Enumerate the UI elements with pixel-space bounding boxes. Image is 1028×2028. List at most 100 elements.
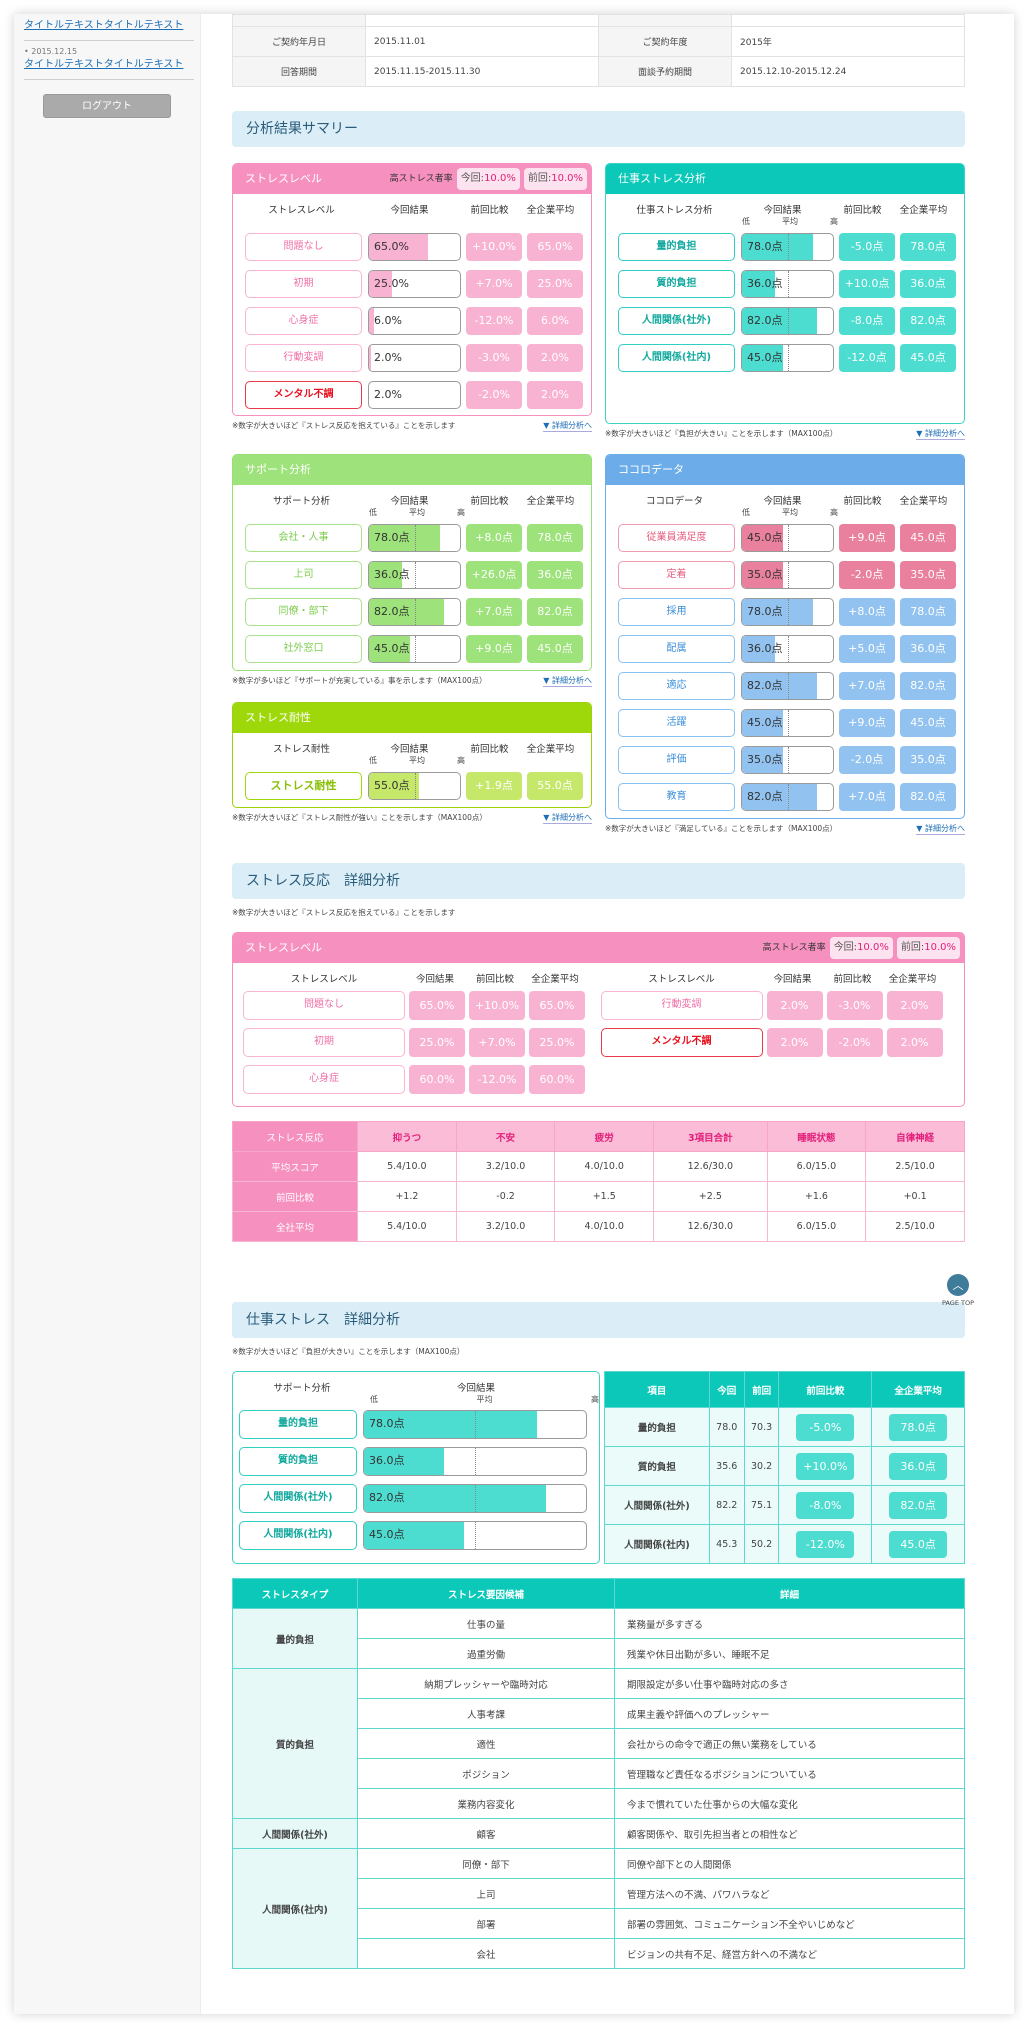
table-cell: 82.2 (708, 1485, 745, 1525)
logout-button[interactable]: ログアウト (43, 94, 171, 118)
row-label-button[interactable]: 配属 (618, 634, 735, 663)
row-label-button[interactable]: 行動変調 (245, 343, 362, 372)
high-stress-current-badge: 今回:10.0% (829, 937, 893, 959)
row-label-button[interactable]: 社外窓口 (245, 634, 362, 663)
news-link[interactable]: タイトルテキストタイトルテキスト (24, 58, 194, 71)
table-cell: 前回比較 (232, 1181, 358, 1212)
detail-link[interactable]: ▼ 詳細分析へ (543, 420, 592, 432)
page-frame: タイトルテキストタイトルテキスト • 2015.12.15 タイトルテキストタイ… (14, 14, 1014, 2014)
table-row: 人間関係(社外) 82.2 75.1 -8.0% 82.0点 (604, 1485, 965, 1525)
data-row: 初期 25.0% +7.0% 25.0% (243, 1024, 601, 1061)
col-header: ストレス耐性 (272, 744, 330, 755)
row-label-button[interactable]: 定着 (618, 560, 735, 589)
average-value: 35.0点 (900, 745, 956, 774)
row-label-button[interactable]: 問題なし (245, 232, 362, 261)
rows: 行動変調 2.0% -3.0% 2.0% メンタル不調 2.0% -2.0% 2.0% (600, 987, 959, 1061)
table-row: 全社平均 5.4/10.0 3.2/10.0 4.0/10.0 12.6/30.0 6.0… (232, 1211, 965, 1242)
col-header: 前回比較 (470, 496, 509, 507)
col-header: 全企業平均 (899, 496, 948, 507)
row-label-button[interactable]: メンタル不調 (600, 1028, 763, 1057)
row-label-button[interactable]: 問題なし (243, 991, 405, 1020)
row-label-button[interactable]: 採用 (618, 597, 735, 626)
rows: 従業員満足度 45.0点 +9.0点 45.0点 定着 35.0点 -2.0点 35.0点 採用… (606, 519, 964, 818)
row-label-button[interactable]: 初期 (245, 269, 362, 298)
result-bar: 65.0% (368, 232, 461, 261)
detail-cell: 成果主義や評価へのプレッシャー (614, 1698, 965, 1729)
row-label-button[interactable]: 適応 (618, 671, 735, 700)
result-value: 2.0% (766, 1028, 823, 1057)
average-marker (475, 1522, 476, 1549)
footnote: ※数字が大きいほど『ストレス耐性が強い』ことを示します（MAX100点） (232, 813, 487, 822)
detail-cell: 今まで慣れていた仕事からの大幅な変化 (614, 1788, 965, 1819)
detail-link[interactable]: ▼ 詳細分析へ (916, 428, 965, 440)
value-pill: -12.0% (796, 1530, 855, 1558)
row-label-button[interactable]: 上司 (245, 560, 362, 589)
scale-high: 高 (591, 1395, 599, 1404)
row-label-button[interactable]: メンタル不調 (245, 380, 362, 409)
data-row: 人間関係(社内) 45.0点 (233, 1517, 599, 1554)
row-label-button[interactable]: 従業員満足度 (618, 523, 735, 552)
row-label-button[interactable]: 心身症 (245, 306, 362, 335)
average-marker (415, 524, 416, 551)
detail-link[interactable]: ▼ 詳細分析へ (916, 823, 965, 835)
detail-column-left: ストレスレベル 今回結果 前回比較 全企業平均 問題なし 65.0% +10.0% 6… (243, 969, 601, 1098)
table-cell: 30.2 (743, 1446, 780, 1486)
section-note: ※数字が大きいほど『負担が大きい』ことを示します（MAX100点） (232, 1347, 465, 1356)
average-marker (415, 635, 416, 662)
row-label-button[interactable]: 活躍 (618, 708, 735, 737)
table-row: 量的負担 仕事の量 業務量が多すぎる (232, 1608, 965, 1669)
kokoro-data-panel: ココロデータ ココロデータ 今回結果 前回比較 全企業平均 低 平均 高 従業員満足… (605, 454, 965, 819)
row-label-button[interactable]: 人間関係(社内) (618, 343, 735, 372)
row-label-button[interactable]: 心身症 (243, 1065, 405, 1094)
data-row: 教育 82.0点 +7.0点 82.0点 (606, 778, 964, 815)
row-label-button[interactable]: 同僚・部下 (245, 597, 362, 626)
table-cell: -8.0% (778, 1485, 873, 1525)
row-label-button[interactable]: 量的負担 (618, 232, 735, 261)
column-headers: ストレスレベル 今回結果 前回比較 全企業平均 (601, 969, 959, 987)
col-header: 前回比較 (470, 744, 509, 755)
data-row: 従業員満足度 45.0点 +9.0点 45.0点 (606, 519, 964, 556)
row-label-button[interactable]: ストレス耐性 (245, 771, 362, 800)
detail-cell: 部署の雰囲気、コミュニケーション不全やいじめなど (614, 1908, 965, 1939)
average-marker (788, 524, 789, 551)
row-label-button[interactable]: 人間関係(社外) (239, 1484, 357, 1513)
row-label-button[interactable]: 人間関係(社内) (239, 1521, 357, 1550)
table-cell: 2.5/10.0 (865, 1211, 965, 1242)
row-label-button[interactable]: 量的負担 (239, 1410, 357, 1439)
value-pill: 36.0点 (889, 1452, 948, 1480)
news-link[interactable]: タイトルテキストタイトルテキスト (24, 19, 194, 32)
average-value: 60.0% (529, 1065, 585, 1094)
diff-value: +9.0点 (466, 634, 522, 663)
row-label-button[interactable]: 質的負担 (239, 1447, 357, 1476)
table-header-row: ストレスタイプ ストレス要因候補 詳細 (232, 1578, 965, 1609)
factor-cell: 仕事の量 (357, 1608, 615, 1639)
factor-cell: 同僚・部下 (357, 1848, 615, 1879)
diff-value: -12.0% (469, 1065, 525, 1094)
page-top-button[interactable]: ︿ PAGE TOP (938, 1274, 978, 1307)
table-cell: 5.4/10.0 (357, 1151, 457, 1182)
row-label-button[interactable]: 教育 (618, 782, 735, 811)
row-label-button[interactable]: 会社・人事 (245, 523, 362, 552)
factor-cell: 納期プレッシャーや臨時対応 (357, 1668, 615, 1699)
info-key: 面談予約期間 (598, 56, 732, 87)
result-value: 60.0% (409, 1065, 465, 1094)
table-cell: 35.6 (708, 1446, 745, 1486)
info-key: 回答期間 (232, 56, 366, 87)
scale-high: 高 (457, 508, 465, 517)
table-cell: -12.0% (778, 1524, 873, 1564)
diff-value: +7.0% (469, 1028, 525, 1057)
row-label-button[interactable]: 行動変調 (600, 991, 763, 1020)
detail-link[interactable]: ▼ 詳細分析へ (543, 812, 592, 824)
result-value: 35.0点 (747, 567, 783, 581)
col-header: 全企業平均 (899, 205, 948, 216)
average-marker (788, 344, 789, 371)
row-label-button[interactable]: 評価 (618, 745, 735, 774)
row-label-button[interactable]: 人間関係(社外) (618, 306, 735, 335)
result-bar: 45.0点 (368, 634, 461, 663)
result-value: 45.0点 (747, 715, 783, 729)
detail-link[interactable]: ▼ 詳細分析へ (543, 675, 592, 687)
col-header: 前回比較 (475, 974, 514, 985)
main-content: ご契約年月日 2015.11.01 ご契約年度 2015年 回答期間 2015.… (232, 14, 974, 1969)
row-label-button[interactable]: 初期 (243, 1028, 405, 1057)
row-label-button[interactable]: 質的負担 (618, 269, 735, 298)
